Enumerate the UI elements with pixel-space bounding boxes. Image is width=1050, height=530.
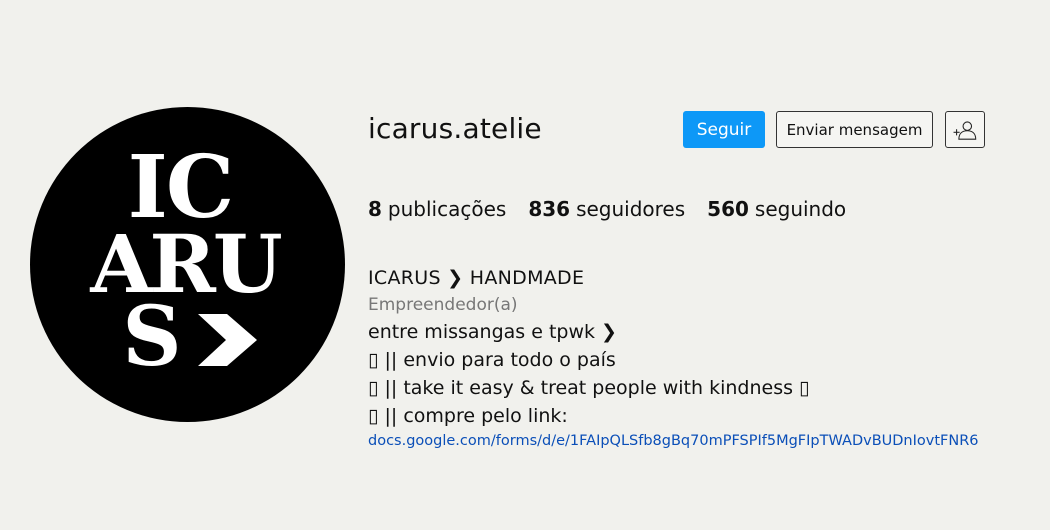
profile-avatar[interactable]: IC ARU S (30, 107, 345, 422)
username: icarus.atelie (368, 112, 542, 145)
bio-line: entre missangas e tpwk ❯ (368, 321, 617, 343)
add-user-icon (953, 120, 977, 140)
svg-text:S: S (122, 289, 181, 385)
posts-label: publicações (387, 197, 507, 221)
svg-text:ARU: ARU (89, 217, 282, 311)
suggest-user-button[interactable] (945, 111, 985, 148)
profile-stats: 8 publicações 836 seguidores 560 seguindo (368, 197, 868, 221)
following-label: seguindo (754, 197, 847, 221)
followers-label: seguidores (576, 197, 686, 221)
followers-stat[interactable]: 836 seguidores (528, 197, 685, 221)
bio-line: ▯ || take it easy & treat people with ki… (368, 377, 810, 399)
icarus-logo: IC ARU S (89, 137, 285, 385)
follow-button[interactable]: Seguir (683, 111, 765, 148)
posts-count: 8 (368, 197, 382, 221)
bio-name: ICARUS ❯ HANDMADE (368, 267, 585, 289)
send-message-button[interactable]: Enviar mensagem (776, 111, 933, 148)
profile-bio: ICARUS ❯ HANDMADE Empreendedor(a) entre … (368, 264, 979, 452)
following-stat[interactable]: 560 seguindo (707, 197, 846, 221)
bio-link[interactable]: docs.google.com/forms/d/e/1FAIpQLSfb8gBq… (368, 430, 979, 452)
following-count: 560 (707, 197, 749, 221)
bio-line: ▯ || compre pelo link: (368, 405, 568, 427)
followers-count: 836 (528, 197, 571, 221)
bio-line: ▯ || envio para todo o país (368, 349, 616, 371)
bio-category: Empreendedor(a) (368, 295, 518, 315)
posts-stat[interactable]: 8 publicações (368, 197, 506, 221)
